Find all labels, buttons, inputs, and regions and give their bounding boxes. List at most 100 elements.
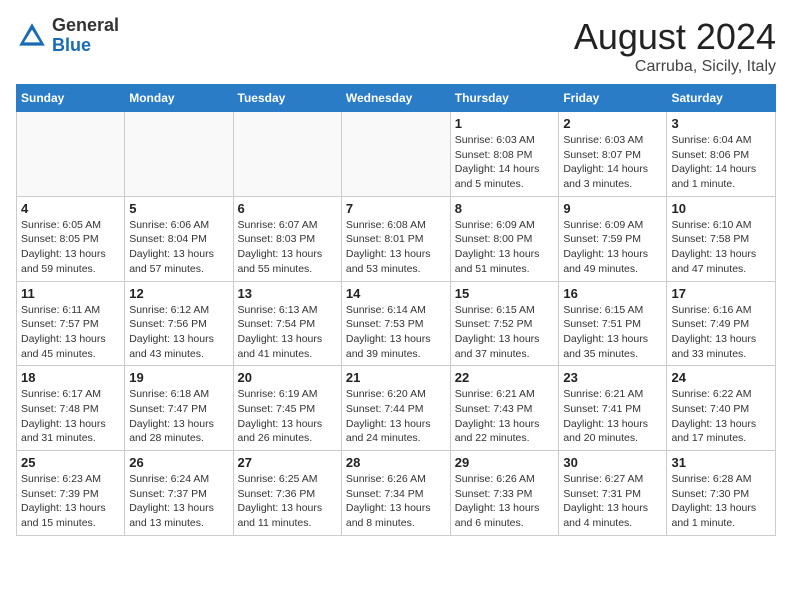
calendar-cell: 4 Sunrise: 6:05 AM Sunset: 8:05 PM Daylig… [17, 196, 125, 281]
day-number: 25 [21, 455, 120, 470]
day-number: 9 [563, 201, 662, 216]
calendar-cell: 17 Sunrise: 6:16 AM Sunset: 7:49 PM Dayli… [667, 281, 776, 366]
day-info: Sunrise: 6:15 AM Sunset: 7:51 PM Dayligh… [563, 303, 662, 362]
calendar-cell: 7 Sunrise: 6:08 AM Sunset: 8:01 PM Daylig… [341, 196, 450, 281]
day-number: 28 [346, 455, 446, 470]
calendar-cell: 9 Sunrise: 6:09 AM Sunset: 7:59 PM Daylig… [559, 196, 667, 281]
week-row: 25Sunrise: 6:23 AM Sunset: 7:39 PM Dayli… [17, 451, 776, 536]
day-info: Sunrise: 6:28 AM Sunset: 7:30 PM Dayligh… [671, 472, 771, 531]
weekday-header-row: SundayMondayTuesdayWednesdayThursdayFrid… [17, 85, 776, 112]
calendar-cell [341, 112, 450, 197]
calendar-cell [17, 112, 125, 197]
calendar-cell: 3Sunrise: 6:04 AM Sunset: 8:06 PM Daylig… [667, 112, 776, 197]
day-number: 6 [238, 201, 337, 216]
calendar-cell: 1 Sunrise: 6:03 AM Sunset: 8:08 PM Daylig… [450, 112, 559, 197]
day-info: Sunrise: 6:09 AM Sunset: 8:00 PM Dayligh… [455, 218, 555, 277]
day-info: Sunrise: 6:03 AM Sunset: 8:08 PM Dayligh… [455, 133, 555, 192]
day-info: Sunrise: 6:16 AM Sunset: 7:49 PM Dayligh… [671, 303, 771, 362]
day-number: 10 [671, 201, 771, 216]
day-info: Sunrise: 6:21 AM Sunset: 7:43 PM Dayligh… [455, 387, 555, 446]
day-info: Sunrise: 6:05 AM Sunset: 8:05 PM Dayligh… [21, 218, 120, 277]
day-number: 13 [238, 286, 337, 301]
day-info: Sunrise: 6:20 AM Sunset: 7:44 PM Dayligh… [346, 387, 446, 446]
weekday-header: Tuesday [233, 85, 341, 112]
weekday-header: Monday [125, 85, 233, 112]
day-info: Sunrise: 6:26 AM Sunset: 7:34 PM Dayligh… [346, 472, 446, 531]
day-info: Sunrise: 6:26 AM Sunset: 7:33 PM Dayligh… [455, 472, 555, 531]
weekday-header: Wednesday [341, 85, 450, 112]
day-number: 21 [346, 370, 446, 385]
day-info: Sunrise: 6:17 AM Sunset: 7:48 PM Dayligh… [21, 387, 120, 446]
week-row: 11Sunrise: 6:11 AM Sunset: 7:57 PM Dayli… [17, 281, 776, 366]
calendar-cell: 23 Sunrise: 6:21 AM Sunset: 7:41 PM Dayli… [559, 366, 667, 451]
month-title: August 2024 [574, 16, 776, 58]
calendar-cell: 15 Sunrise: 6:15 AM Sunset: 7:52 PM Dayli… [450, 281, 559, 366]
calendar-cell: 26 Sunrise: 6:24 AM Sunset: 7:37 PM Dayli… [125, 451, 233, 536]
calendar-cell: 31 Sunrise: 6:28 AM Sunset: 7:30 PM Dayli… [667, 451, 776, 536]
calendar-cell: 21 Sunrise: 6:20 AM Sunset: 7:44 PM Dayli… [341, 366, 450, 451]
calendar: SundayMondayTuesdayWednesdayThursdayFrid… [16, 84, 776, 536]
day-info: Sunrise: 6:24 AM Sunset: 7:37 PM Dayligh… [129, 472, 228, 531]
day-number: 2 [563, 116, 662, 131]
calendar-cell: 12Sunrise: 6:12 AM Sunset: 7:56 PM Dayli… [125, 281, 233, 366]
title-area: August 2024 Carruba, Sicily, Italy [574, 16, 776, 76]
calendar-cell [233, 112, 341, 197]
day-number: 24 [671, 370, 771, 385]
calendar-cell: 13Sunrise: 6:13 AM Sunset: 7:54 PM Dayli… [233, 281, 341, 366]
day-number: 26 [129, 455, 228, 470]
day-number: 30 [563, 455, 662, 470]
calendar-cell: 27 Sunrise: 6:25 AM Sunset: 7:36 PM Dayli… [233, 451, 341, 536]
day-number: 7 [346, 201, 446, 216]
calendar-cell: 22 Sunrise: 6:21 AM Sunset: 7:43 PM Dayli… [450, 366, 559, 451]
week-row: 18 Sunrise: 6:17 AM Sunset: 7:48 PM Dayli… [17, 366, 776, 451]
logo-icon [16, 20, 48, 52]
day-number: 23 [563, 370, 662, 385]
day-info: Sunrise: 6:18 AM Sunset: 7:47 PM Dayligh… [129, 387, 228, 446]
day-info: Sunrise: 6:25 AM Sunset: 7:36 PM Dayligh… [238, 472, 337, 531]
location: Carruba, Sicily, Italy [574, 58, 776, 76]
logo-text: General Blue [52, 16, 119, 56]
weekday-header: Thursday [450, 85, 559, 112]
day-number: 20 [238, 370, 337, 385]
calendar-cell [125, 112, 233, 197]
day-number: 22 [455, 370, 555, 385]
day-info: Sunrise: 6:08 AM Sunset: 8:01 PM Dayligh… [346, 218, 446, 277]
weekday-header: Sunday [17, 85, 125, 112]
calendar-cell: 16Sunrise: 6:15 AM Sunset: 7:51 PM Dayli… [559, 281, 667, 366]
day-info: Sunrise: 6:14 AM Sunset: 7:53 PM Dayligh… [346, 303, 446, 362]
day-info: Sunrise: 6:11 AM Sunset: 7:57 PM Dayligh… [21, 303, 120, 362]
day-info: Sunrise: 6:15 AM Sunset: 7:52 PM Dayligh… [455, 303, 555, 362]
week-row: 4 Sunrise: 6:05 AM Sunset: 8:05 PM Daylig… [17, 196, 776, 281]
logo-blue: Blue [52, 36, 119, 56]
calendar-cell: 24 Sunrise: 6:22 AM Sunset: 7:40 PM Dayli… [667, 366, 776, 451]
day-number: 12 [129, 286, 228, 301]
calendar-cell: 8Sunrise: 6:09 AM Sunset: 8:00 PM Daylig… [450, 196, 559, 281]
day-info: Sunrise: 6:07 AM Sunset: 8:03 PM Dayligh… [238, 218, 337, 277]
day-info: Sunrise: 6:21 AM Sunset: 7:41 PM Dayligh… [563, 387, 662, 446]
calendar-cell: 20Sunrise: 6:19 AM Sunset: 7:45 PM Dayli… [233, 366, 341, 451]
day-number: 31 [671, 455, 771, 470]
day-info: Sunrise: 6:09 AM Sunset: 7:59 PM Dayligh… [563, 218, 662, 277]
calendar-cell: 5Sunrise: 6:06 AM Sunset: 8:04 PM Daylig… [125, 196, 233, 281]
logo: General Blue [16, 16, 119, 56]
day-number: 19 [129, 370, 228, 385]
logo-general: General [52, 16, 119, 36]
day-info: Sunrise: 6:22 AM Sunset: 7:40 PM Dayligh… [671, 387, 771, 446]
calendar-cell: 28 Sunrise: 6:26 AM Sunset: 7:34 PM Dayli… [341, 451, 450, 536]
calendar-cell: 14Sunrise: 6:14 AM Sunset: 7:53 PM Dayli… [341, 281, 450, 366]
day-number: 27 [238, 455, 337, 470]
day-info: Sunrise: 6:04 AM Sunset: 8:06 PM Dayligh… [671, 133, 771, 192]
day-number: 1 [455, 116, 555, 131]
calendar-cell: 2Sunrise: 6:03 AM Sunset: 8:07 PM Daylig… [559, 112, 667, 197]
day-number: 17 [671, 286, 771, 301]
day-number: 18 [21, 370, 120, 385]
day-info: Sunrise: 6:06 AM Sunset: 8:04 PM Dayligh… [129, 218, 228, 277]
day-number: 15 [455, 286, 555, 301]
day-info: Sunrise: 6:27 AM Sunset: 7:31 PM Dayligh… [563, 472, 662, 531]
calendar-cell: 19 Sunrise: 6:18 AM Sunset: 7:47 PM Dayli… [125, 366, 233, 451]
calendar-cell: 25Sunrise: 6:23 AM Sunset: 7:39 PM Dayli… [17, 451, 125, 536]
weekday-header: Saturday [667, 85, 776, 112]
day-number: 29 [455, 455, 555, 470]
weekday-header: Friday [559, 85, 667, 112]
day-number: 4 [21, 201, 120, 216]
